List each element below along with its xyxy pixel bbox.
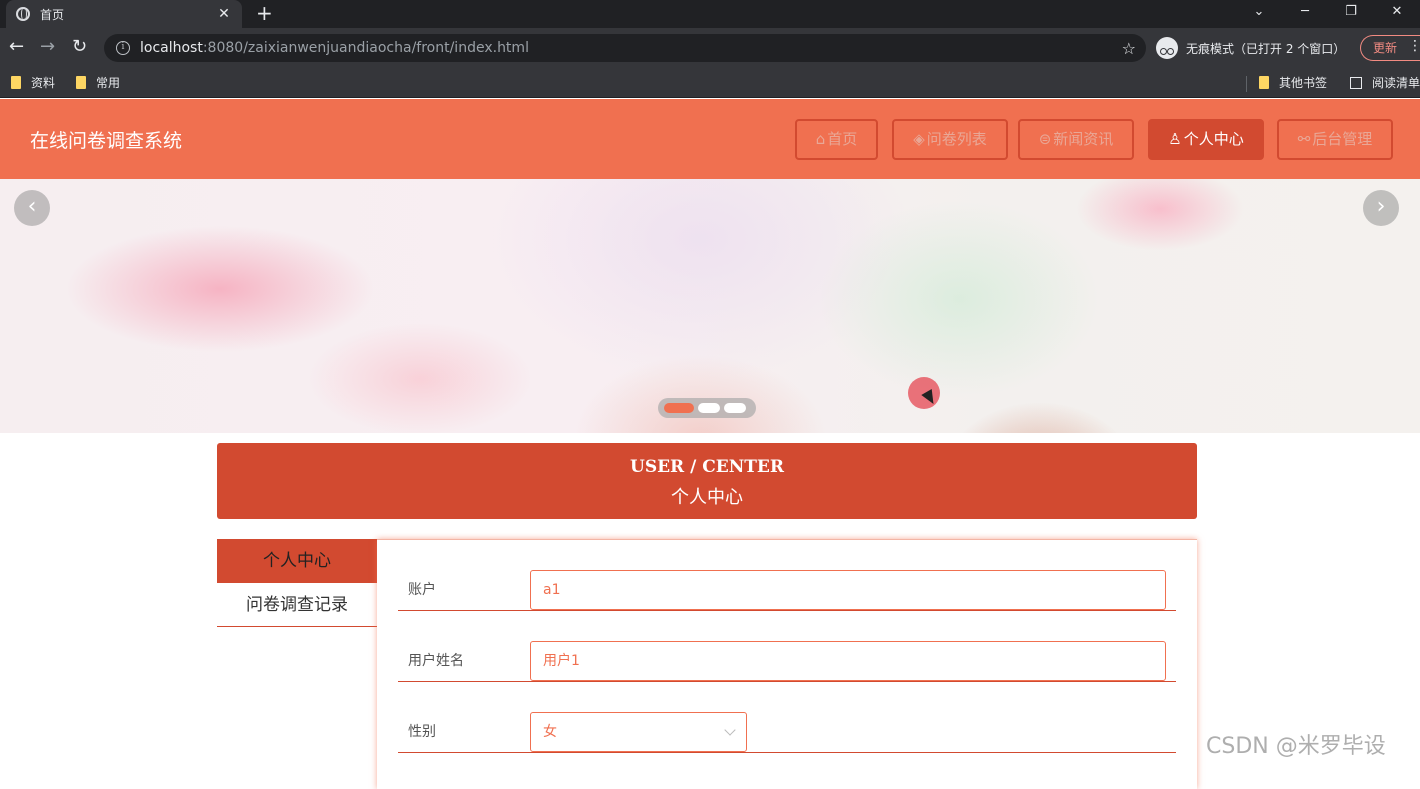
url-path: :8080/zaixianwenjuandiaocha/front/index.… [202, 40, 529, 56]
home-icon: ⌂ [815, 130, 826, 148]
folder-icon [11, 76, 21, 89]
profile-form-panel: 账户 a1 用户姓名 用户1 性别 女 [377, 539, 1197, 789]
news-icon: ⊜ [1038, 130, 1052, 148]
carousel-indicators [658, 398, 756, 418]
nav-home-button[interactable]: ⌂ 首页 [795, 119, 878, 160]
sidebar-item-survey-records[interactable]: 问卷调查记录 [217, 583, 377, 627]
carousel-dot[interactable] [698, 403, 720, 413]
carousel-dot[interactable] [724, 403, 746, 413]
url-host: localhost [140, 40, 203, 56]
nav-label: 问卷列表 [926, 130, 987, 148]
gender-select[interactable]: 女 [530, 712, 747, 752]
layers-icon: ◈ [913, 130, 925, 148]
nav-label: 新闻资讯 [1053, 130, 1114, 148]
browser-tab-bar: 首页 ✕ + ⌄ ─ ❐ ✕ [0, 0, 1420, 28]
nav-news-button[interactable]: ⊜ 新闻资讯 [1018, 119, 1134, 160]
site-title: 在线问卷调查系统 [30, 130, 183, 152]
reload-icon[interactable]: ↻ [72, 36, 87, 58]
nav-label: 首页 [827, 130, 858, 148]
account-label: 账户 [408, 582, 436, 598]
other-bookmarks[interactable]: 其他书签 [1259, 74, 1327, 91]
bookmark-folder-ziliao[interactable]: 资料 [11, 74, 55, 91]
form-row-account: 账户 a1 [398, 540, 1176, 611]
account-input[interactable]: a1 [530, 570, 1166, 610]
bookmark-star-icon[interactable]: ☆ [1122, 39, 1136, 58]
tab-search-icon[interactable]: ⌄ [1236, 0, 1282, 28]
window-close-icon[interactable]: ✕ [1374, 0, 1420, 28]
new-tab-button[interactable]: + [256, 2, 273, 24]
form-row-gender: 性别 女 [398, 682, 1176, 753]
site-header: 在线问卷调查系统 ⌂ 首页 ◈ 问卷列表 ⊜ 新闻资讯 ♙ 个人中心 ⚯ 后台管理 [0, 99, 1420, 179]
restore-icon[interactable]: ❐ [1328, 0, 1374, 28]
gender-value: 女 [543, 724, 557, 740]
bookmark-separator [1246, 76, 1247, 92]
close-tab-icon[interactable]: ✕ [216, 6, 232, 22]
section-title-en: USER / CENTER [630, 457, 784, 477]
address-bar[interactable]: i localhost :8080/zaixianwenjuandiaocha/… [104, 34, 1146, 62]
sidebar-item-user-center[interactable]: 个人中心 [217, 539, 377, 583]
carousel-dot[interactable] [664, 403, 694, 413]
incognito-label: 无痕模式（已打开 2 个窗口） [1186, 41, 1346, 56]
nav-admin-button[interactable]: ⚯ 后台管理 [1277, 119, 1393, 160]
globe-icon [16, 7, 30, 21]
user-icon: ♙ [1168, 130, 1182, 148]
folder-icon [1259, 76, 1269, 89]
forward-icon[interactable]: → [40, 36, 55, 58]
watermark: CSDN @米罗毕设 [1206, 734, 1386, 759]
chevron-down-icon [724, 724, 736, 736]
reading-list[interactable]: 阅读清单 [1350, 74, 1420, 91]
section-title-banner: USER / CENTER 个人中心 [217, 443, 1197, 519]
reading-list-label: 阅读清单 [1372, 76, 1420, 90]
bookmark-folder-changyong[interactable]: 常用 [76, 74, 120, 91]
carousel-prev-button[interactable]: ‹ [14, 190, 50, 226]
browser-toolbar: ← → ↻ i localhost :8080/zaixianwenjuandi… [0, 28, 1420, 68]
bookmark-label: 常用 [96, 76, 121, 90]
other-bookmarks-label: 其他书签 [1279, 76, 1328, 90]
bookmark-label: 资料 [31, 76, 56, 90]
incognito-icon [1156, 37, 1178, 59]
nav-label: 个人中心 [1183, 130, 1244, 148]
tab-title: 首页 [40, 7, 65, 22]
banner-carousel: ‹ › [0, 179, 1420, 433]
nav-survey-list-button[interactable]: ◈ 问卷列表 [892, 119, 1008, 160]
reading-list-icon [1350, 76, 1362, 89]
link-icon: ⚯ [1297, 130, 1311, 148]
browser-tab[interactable]: 首页 ✕ [6, 0, 242, 28]
carousel-next-button[interactable]: › [1363, 190, 1399, 226]
name-input[interactable]: 用户1 [530, 641, 1166, 681]
mouse-cursor-icon [908, 377, 940, 409]
name-label: 用户姓名 [408, 653, 464, 669]
window-controls: ⌄ ─ ❐ ✕ [1236, 0, 1420, 28]
nav-label: 后台管理 [1312, 130, 1373, 148]
section-title-zh: 个人中心 [671, 487, 743, 508]
nav-user-center-button[interactable]: ♙ 个人中心 [1148, 119, 1264, 160]
folder-icon [76, 76, 86, 89]
menu-kebab-icon[interactable]: ⋮ [1408, 38, 1420, 54]
gender-label: 性别 [408, 724, 436, 740]
incognito-indicator[interactable]: 无痕模式（已打开 2 个窗口） [1156, 36, 1345, 60]
form-row-name: 用户姓名 用户1 [398, 611, 1176, 682]
bookmarks-bar: 资料 常用 其他书签 阅读清单 [0, 68, 1420, 98]
site-info-icon[interactable]: i [116, 41, 130, 55]
minimize-icon[interactable]: ─ [1282, 0, 1328, 28]
back-icon[interactable]: ← [9, 36, 24, 58]
